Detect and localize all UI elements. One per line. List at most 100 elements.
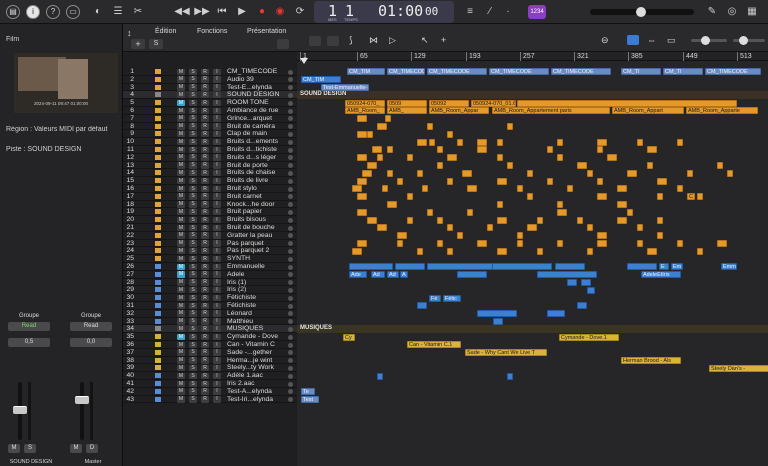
foley-region[interactable] [387, 201, 397, 208]
mute-button[interactable]: M [177, 271, 185, 278]
audio-region[interactable]: Herman Brood - Als [621, 357, 681, 364]
solo-button[interactable]: S [189, 263, 197, 270]
dialogue-region[interactable] [577, 302, 587, 310]
record-button[interactable]: R [201, 99, 209, 107]
input-monitor-button[interactable]: I [213, 349, 221, 356]
track-row[interactable]: 25 M S R I SYNTH [123, 255, 297, 263]
audio-region[interactable]: Test [301, 396, 319, 403]
solo-button[interactable]: S [189, 193, 197, 200]
timecode-region[interactable]: CM_TIMECODE [705, 68, 761, 76]
solo-button[interactable]: S [189, 76, 197, 83]
solo-button[interactable]: S [189, 185, 197, 192]
solo-button[interactable]: S [189, 325, 197, 333]
foley-region[interactable] [397, 232, 407, 240]
track-row[interactable]: 39 M S R I Steely...ty Work [123, 364, 297, 373]
input-monitor-button[interactable]: I [213, 247, 221, 255]
input-monitor-button[interactable]: I [213, 396, 221, 403]
audio-region[interactable]: AdeleEtIris [641, 271, 681, 279]
solo-button[interactable]: S [189, 240, 197, 247]
region-disclosure[interactable]: Région : Valeurs MIDI par défaut [6, 126, 129, 133]
solo-button[interactable]: S [189, 357, 197, 364]
foley-region[interactable] [697, 247, 703, 255]
foley-region[interactable] [547, 146, 553, 154]
input-monitor-button[interactable]: I [213, 146, 221, 153]
foley-region[interactable] [407, 154, 413, 162]
count-in-icon[interactable]: · [500, 4, 516, 20]
foley-region[interactable] [617, 201, 627, 208]
master-volume-knob[interactable] [636, 7, 646, 17]
input-monitor-button[interactable]: I [213, 310, 221, 317]
foley-region[interactable] [477, 138, 487, 146]
dialogue-region[interactable] [395, 263, 425, 271]
solo-button[interactable]: S [189, 364, 197, 372]
solo-button[interactable]: S [189, 138, 197, 146]
record-button[interactable]: R [201, 240, 209, 247]
foley-region[interactable] [397, 240, 403, 247]
foley-region[interactable] [657, 216, 663, 224]
mute-button[interactable]: M [177, 247, 185, 255]
list-view-icon[interactable] [327, 36, 339, 46]
record-button[interactable]: R [201, 294, 209, 302]
foley-region[interactable] [497, 177, 507, 185]
timecode-region[interactable]: CM_TIMECODE [551, 68, 611, 76]
foley-region[interactable] [367, 216, 377, 224]
input-monitor-button[interactable]: I [213, 240, 221, 247]
horizontal-zoom-knob[interactable] [739, 36, 748, 45]
record-button[interactable]: R [201, 380, 209, 387]
input-monitor-button[interactable]: I [213, 388, 221, 395]
foley-region[interactable] [357, 154, 367, 162]
input-monitor-button[interactable]: I [213, 123, 221, 130]
input-monitor-button[interactable]: I [213, 138, 221, 146]
foley-region[interactable] [607, 154, 617, 162]
input-monitor-button[interactable]: I [213, 193, 221, 200]
input-monitor-button[interactable]: I [213, 208, 221, 216]
foley-region[interactable] [647, 247, 657, 255]
input-monitor-button[interactable]: I [213, 341, 221, 348]
foley-region[interactable] [567, 185, 573, 193]
track-row[interactable]: 18 M S R I Knock...he door [123, 201, 297, 209]
group-label[interactable]: Groupe [8, 312, 50, 321]
foley-region[interactable] [657, 177, 667, 185]
solo-button[interactable]: S [189, 396, 197, 403]
record-icon[interactable]: ● [254, 4, 270, 20]
mute-button[interactable]: M [177, 154, 185, 161]
record-button[interactable]: R [201, 130, 209, 138]
track-row[interactable]: 43 M S R I Test-Iri...elynda [123, 396, 297, 404]
input-monitor-button[interactable]: I [213, 286, 221, 294]
solo-button[interactable]: S [189, 232, 197, 239]
audio-region[interactable]: AMB_Room_Apparte [686, 107, 758, 115]
input-monitor-button[interactable]: I [213, 294, 221, 302]
solo-button[interactable]: S [189, 302, 197, 309]
mute-button[interactable]: M [177, 224, 185, 231]
foley-region[interactable] [462, 169, 472, 177]
record-button[interactable]: R [201, 185, 209, 192]
dim-button[interactable]: D [86, 444, 98, 453]
zoom-fit-icon[interactable]: ⇔ [647, 35, 656, 45]
track-row[interactable]: 21 M S R I Bruit de bouche [123, 224, 297, 232]
mute-button[interactable]: M [177, 177, 185, 185]
foley-region[interactable] [547, 177, 553, 185]
audio-region[interactable]: AMB_Room_Appar [429, 107, 489, 115]
record-button[interactable]: R [201, 271, 209, 278]
track-row[interactable]: 32 M S R I Léonard [123, 310, 297, 318]
smart-controls-icon[interactable]: ◐ [90, 4, 106, 20]
foley-region[interactable] [447, 177, 453, 185]
record-button[interactable]: R [201, 146, 209, 153]
record-button[interactable]: R [201, 247, 209, 255]
snap-icon[interactable]: ⊖ [601, 35, 609, 46]
audio-region[interactable]: A [400, 271, 408, 279]
foley-region[interactable] [727, 169, 733, 177]
audio-region[interactable]: Ad [371, 271, 385, 279]
foley-region[interactable] [557, 154, 563, 162]
foley-region[interactable] [362, 169, 372, 177]
dialogue-region[interactable] [581, 279, 591, 286]
record-button[interactable]: R [201, 325, 209, 333]
solo-button[interactable]: S [189, 333, 197, 341]
mute-button[interactable]: M [177, 388, 185, 395]
cycle-icon[interactable]: ⟳ [292, 4, 308, 20]
audio-region[interactable]: Emm [721, 263, 737, 271]
dialogue-region[interactable] [627, 263, 657, 271]
foley-region[interactable] [447, 154, 457, 162]
list-editors-icon[interactable]: ≡ [462, 4, 478, 20]
dialogue-region[interactable] [427, 263, 497, 271]
